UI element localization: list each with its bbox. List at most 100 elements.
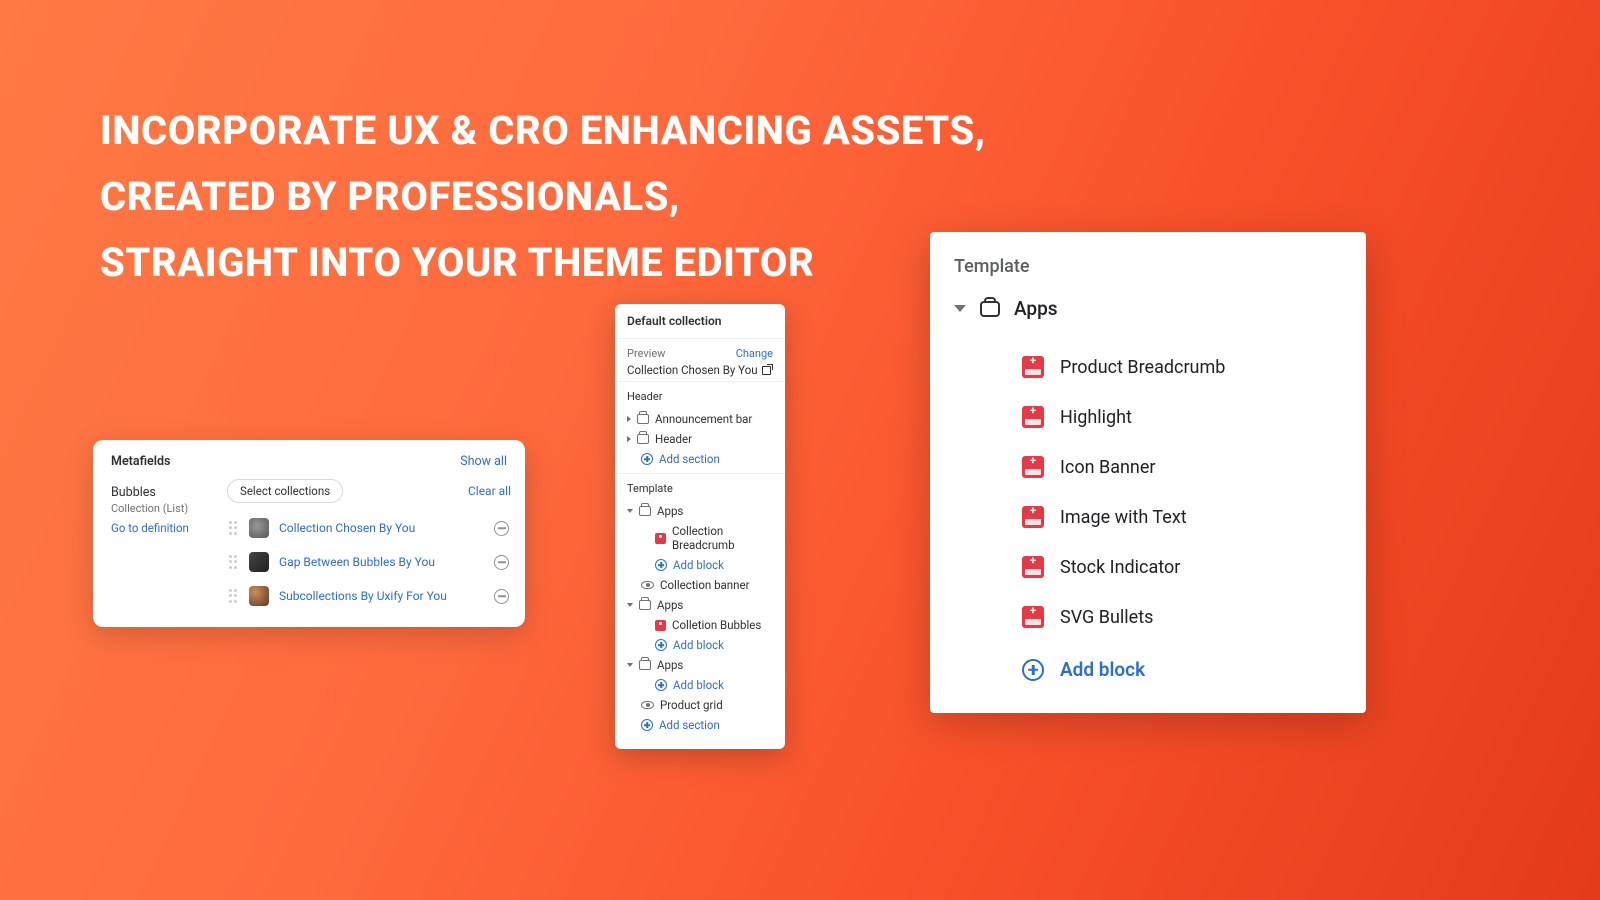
preview-value: Collection Chosen By You [627, 363, 758, 377]
section-row-apps[interactable]: Apps [627, 501, 773, 521]
template-heading: Template [954, 256, 1342, 277]
section-label: Collection banner [660, 578, 773, 592]
plus-circle-icon [1022, 659, 1044, 681]
headline-line-1: INCORPORATE UX & CRO ENHANCING ASSETS, [100, 98, 986, 164]
app-block-icon [1022, 606, 1044, 628]
metafield-info: Bubbles Collection (List) Go to definiti… [107, 479, 227, 613]
collection-row: Subcollections By Uxify For You [227, 579, 511, 613]
app-block-icon [655, 620, 666, 631]
visibility-icon [641, 581, 654, 589]
add-block-label: Add block [1060, 658, 1145, 681]
change-link[interactable]: Change [736, 347, 773, 360]
add-block-label: Add block [673, 558, 724, 572]
section-label: Product grid [660, 698, 773, 712]
plus-circle-icon [655, 559, 667, 571]
apps-icon [639, 600, 651, 610]
select-collections-button[interactable]: Select collections [227, 479, 343, 503]
add-block-button[interactable]: Add block [627, 555, 773, 575]
plus-circle-icon [655, 679, 667, 691]
remove-icon[interactable] [494, 521, 509, 536]
collection-link[interactable]: Gap Between Bubbles By You [279, 555, 484, 569]
add-section-button[interactable]: Add section [627, 449, 773, 469]
app-block-stock-indicator[interactable]: Stock Indicator [1022, 542, 1342, 592]
plus-circle-icon [655, 639, 667, 651]
metafield-type: Collection (List) [111, 502, 227, 515]
chevron-right-icon [627, 436, 631, 442]
drag-handle-icon[interactable] [229, 555, 239, 569]
add-section-label: Add section [659, 718, 720, 732]
chevron-down-icon [627, 603, 633, 607]
metafield-name: Bubbles [111, 485, 227, 500]
headline-line-3: STRAIGHT INTO YOUR THEME EDITOR [100, 230, 986, 296]
app-block-icon-banner[interactable]: Icon Banner [1022, 442, 1342, 492]
plus-circle-icon [641, 719, 653, 731]
app-block-icon [1022, 506, 1044, 528]
section-label: Announcement bar [655, 412, 773, 426]
collection-thumb [249, 552, 269, 572]
section-label: Apps [657, 504, 773, 518]
block-label: Product Breadcrumb [1060, 357, 1225, 378]
block-label: Collection Breadcrumb [672, 524, 773, 552]
chevron-right-icon [627, 416, 631, 422]
collection-row: Gap Between Bubbles By You [227, 545, 511, 579]
block-label: SVG Bullets [1060, 607, 1153, 628]
external-link-icon[interactable] [762, 366, 771, 375]
add-block-button[interactable]: Add block [1022, 642, 1342, 685]
app-block-svg-bullets[interactable]: SVG Bullets [1022, 592, 1342, 642]
template-apps-panel: Template Apps Product Breadcrumb Highlig… [930, 232, 1366, 713]
remove-icon[interactable] [494, 555, 509, 570]
section-row-collection-banner[interactable]: Collection banner [627, 575, 773, 595]
add-block-label: Add block [673, 638, 724, 652]
section-row-announcement[interactable]: Announcement bar [627, 409, 773, 429]
header-section-label: Header [627, 390, 773, 403]
section-label: Apps [657, 658, 773, 672]
metafields-title: Metafields [111, 454, 170, 469]
clear-all-link[interactable]: Clear all [468, 484, 511, 498]
block-label: Icon Banner [1060, 457, 1156, 478]
show-all-link[interactable]: Show all [460, 454, 507, 469]
collection-thumb [249, 586, 269, 606]
drag-handle-icon[interactable] [229, 589, 239, 603]
section-row-product-grid[interactable]: Product grid [627, 695, 773, 715]
section-label: Apps [657, 598, 773, 612]
add-section-button[interactable]: Add section [627, 715, 773, 735]
section-row-apps[interactable]: Apps [627, 655, 773, 675]
apps-label: Apps [1014, 297, 1058, 320]
add-section-label: Add section [659, 452, 720, 466]
chevron-down-icon [627, 663, 633, 667]
app-block-icon [655, 533, 666, 544]
section-icon [637, 414, 649, 424]
go-to-definition-link[interactable]: Go to definition [111, 521, 227, 535]
app-block-image-with-text[interactable]: Image with Text [1022, 492, 1342, 542]
block-row-bubbles[interactable]: Colletion Bubbles [627, 615, 773, 635]
collection-link[interactable]: Subcollections By Uxify For You [279, 589, 484, 603]
drag-handle-icon[interactable] [229, 521, 239, 535]
app-block-product-breadcrumb[interactable]: Product Breadcrumb [1022, 342, 1342, 392]
theme-sidebar-panel: Default collection Preview Change Collec… [615, 304, 785, 749]
add-block-button[interactable]: Add block [627, 635, 773, 655]
add-block-button[interactable]: Add block [627, 675, 773, 695]
apps-icon [639, 660, 651, 670]
preview-label: Preview [627, 347, 665, 360]
block-row-breadcrumb[interactable]: Collection Breadcrumb [627, 521, 773, 555]
remove-icon[interactable] [494, 589, 509, 604]
chevron-down-icon [627, 509, 633, 513]
chevron-down-icon [954, 305, 966, 312]
apps-icon [639, 506, 651, 516]
collection-row: Collection Chosen By You [227, 511, 511, 545]
apps-section-row[interactable]: Apps [954, 297, 1342, 320]
app-block-icon [1022, 456, 1044, 478]
template-section-label: Template [627, 482, 773, 495]
block-label: Image with Text [1060, 507, 1187, 528]
section-row-apps[interactable]: Apps [627, 595, 773, 615]
visibility-icon [641, 701, 654, 709]
panel-title: Default collection [615, 304, 785, 339]
collection-link[interactable]: Collection Chosen By You [279, 521, 484, 535]
section-row-header[interactable]: Header [627, 429, 773, 449]
app-block-highlight[interactable]: Highlight [1022, 392, 1342, 442]
app-block-icon [1022, 406, 1044, 428]
app-block-icon [1022, 356, 1044, 378]
metafields-panel: Metafields Show all Bubbles Collection (… [93, 440, 525, 627]
collection-thumb [249, 518, 269, 538]
section-icon [637, 434, 649, 444]
